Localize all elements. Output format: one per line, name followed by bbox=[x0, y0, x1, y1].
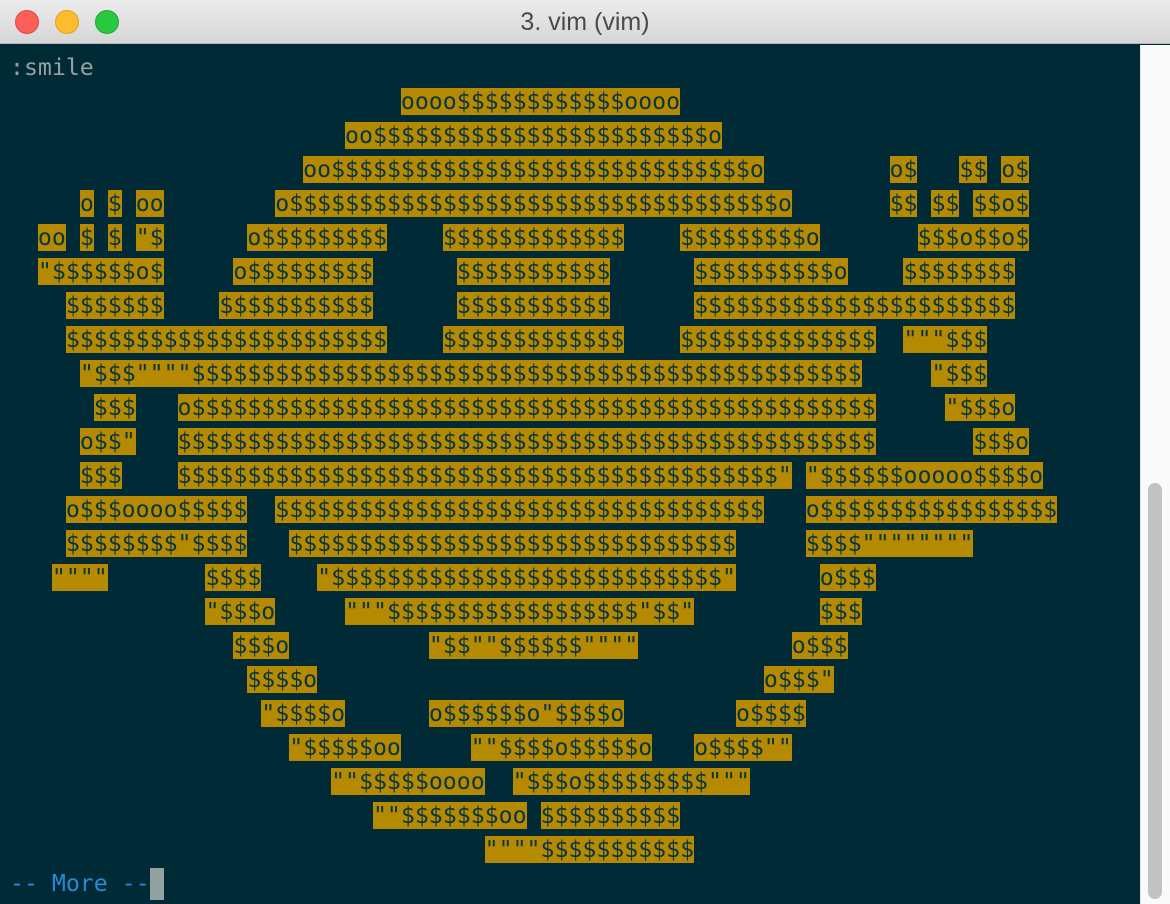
art-line: $$$$o o$$$" bbox=[247, 666, 834, 693]
art-line: "$$$$o o$$$$$$o"$$$$o o$$$$ bbox=[261, 700, 806, 727]
art-line: $$$$$$$ $$$$$$$$$$$ $$$$$$$$$$$ $$$$$$$$… bbox=[65, 292, 1016, 319]
art-line: $$$$$$$$$$$$$$$$$$$$$$$ $$$$$$$$$$$$$ $$… bbox=[65, 326, 988, 353]
art-line: "$$$$$oo ""$$$$o$$$$$o o$$$$"" bbox=[289, 734, 792, 761]
command-line: :smile bbox=[10, 54, 94, 81]
terminal-content[interactable]: :smile oooo$$$$$$$$$$$$oooo oo$$$$$$$$$$… bbox=[0, 45, 1140, 904]
art-line: $$$ $$$$$$$$$$$$$$$$$$$$$$$$$$$$$$$$$$$$… bbox=[79, 462, 1044, 489]
art-line: oo$$$$$$$$$$$$$$$$$$$$$$$$o bbox=[345, 122, 722, 149]
art-line: oooo$$$$$$$$$$$$oooo bbox=[400, 88, 681, 115]
text-cursor bbox=[149, 868, 164, 900]
art-line: o$$$oooo$$$$$ $$$$$$$$$$$$$$$$$$$$$$$$$$… bbox=[65, 496, 1058, 523]
art-line: o$$" $$$$$$$$$$$$$$$$$$$$$$$$$$$$$$$$$$$… bbox=[79, 428, 1030, 455]
scrollbar[interactable] bbox=[1140, 45, 1170, 904]
scrollbar-thumb[interactable] bbox=[1148, 483, 1162, 899]
art-line: oo$$$$$$$$$$$$$$$$$$$$$$$$$$$$$$o o$ $$ … bbox=[303, 156, 1030, 183]
art-line: $$$ o$$$$$$$$$$$$$$$$$$$$$$$$$$$$$$$$$$$… bbox=[93, 394, 1016, 421]
art-line: """"$$$$$$$$$$$ bbox=[484, 836, 695, 863]
art-line: o $ oo o$$$$$$$$$$$$$$$$$$$$$$$$$$$$$$$$… bbox=[79, 190, 1030, 217]
more-prompt-text: -- More -- bbox=[10, 870, 150, 897]
more-prompt: -- More -- bbox=[10, 867, 164, 901]
art-line: $$$o "$$""$$$$$$"""" o$$$ bbox=[233, 632, 848, 659]
art-line: oo $ $ "$ o$$$$$$$$$ $$$$$$$$$$$$$ $$$$$… bbox=[37, 224, 1030, 251]
art-line: "$$$o """$$$$$$$$$$$$$$$$$$"$$" $$$ bbox=[205, 598, 862, 625]
art-line: $$$$$$$$"$$$$ $$$$$$$$$$$$$$$$$$$$$$$$$$… bbox=[65, 530, 974, 557]
art-line: "$$$""""$$$$$$$$$$$$$$$$$$$$$$$$$$$$$$$$… bbox=[79, 360, 988, 387]
window-title: 3. vim (vim) bbox=[520, 8, 650, 36]
art-line: ""$$$$$oooo "$$$o$$$$$$$$$""" bbox=[331, 768, 750, 795]
art-line: "$$$$$$o$ o$$$$$$$$$ $$$$$$$$$$$ $$$$$$$… bbox=[37, 258, 1016, 285]
terminal-window: 3. vim (vim) :smile oooo$$$$$$$$$$$$oooo… bbox=[0, 0, 1170, 904]
art-line: """" $$$$ "$$$$$$$$$$$$$$$$$$$$$$$$$$$$"… bbox=[51, 564, 876, 591]
title-bar[interactable]: 3. vim (vim) bbox=[0, 0, 1170, 44]
art-line: ""$$$$$$$oo $$$$$$$$$$ bbox=[372, 802, 681, 829]
